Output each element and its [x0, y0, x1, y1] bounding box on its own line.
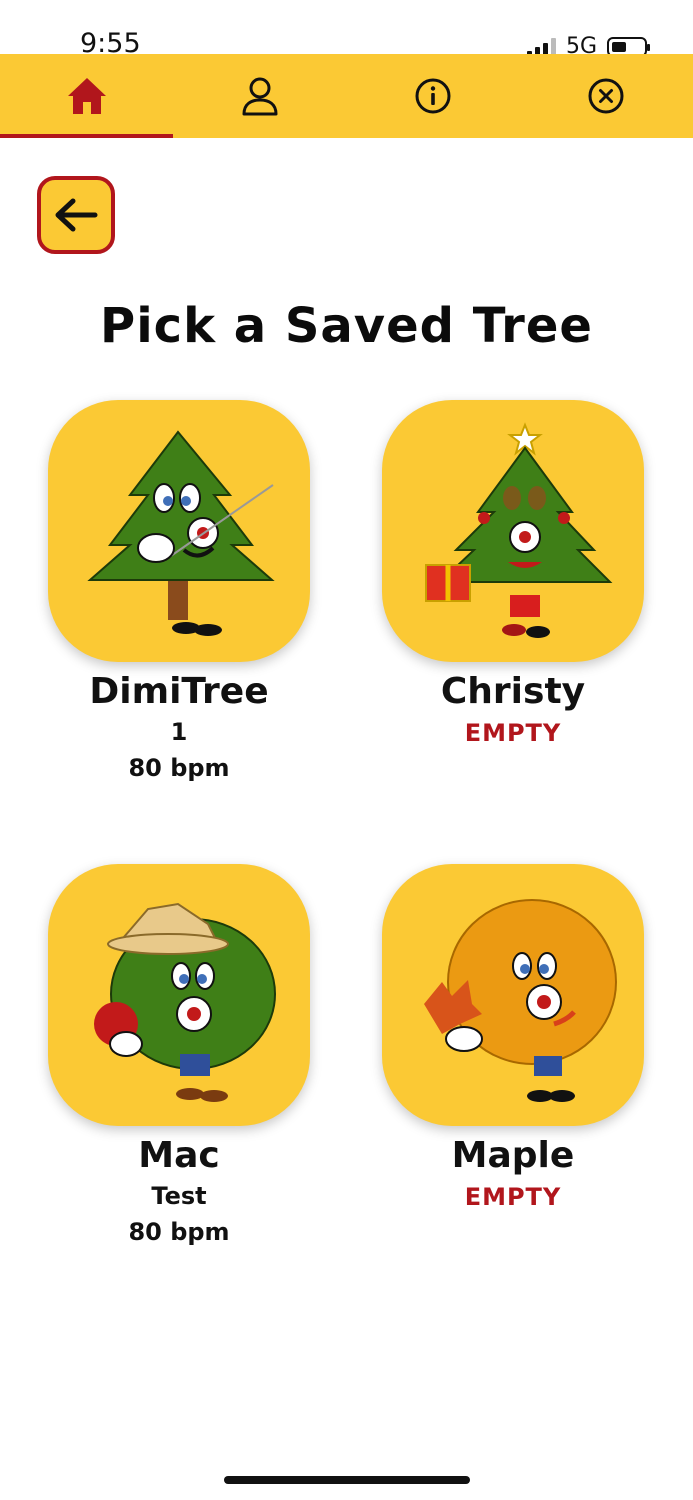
christy-character-image	[425, 422, 613, 638]
tree-card-christy[interactable]: Christy EMPTY	[363, 400, 663, 752]
tree-song: 1	[170, 718, 188, 746]
home-indicator	[224, 1476, 470, 1484]
top-nav	[0, 54, 693, 138]
tree-empty-label: EMPTY	[464, 1183, 562, 1211]
tree-tempo: 80 bpm	[128, 754, 230, 782]
tree-tempo: 80 bpm	[128, 1218, 230, 1246]
tree-song: Test	[151, 1182, 207, 1210]
home-icon	[67, 78, 106, 114]
tree-tile[interactable]	[48, 864, 310, 1126]
tree-card-mac[interactable]: Mac Test 80 bpm	[29, 864, 329, 1250]
close-circle-icon	[588, 78, 624, 114]
mac-character-image	[94, 902, 276, 1102]
tab-home[interactable]	[0, 54, 174, 138]
page-title: Pick a Saved Tree	[100, 298, 593, 354]
tree-name: DimiTree	[89, 671, 269, 712]
maple-character-image	[424, 899, 617, 1102]
tree-tile[interactable]	[382, 400, 644, 662]
arrow-left-icon	[55, 198, 98, 232]
tree-name: Maple	[451, 1135, 575, 1176]
tree-tile[interactable]	[48, 400, 310, 662]
info-icon	[415, 78, 451, 114]
tree-name: Mac	[138, 1135, 220, 1176]
tree-tile[interactable]	[382, 864, 644, 1126]
dimitree-character-image	[87, 430, 275, 636]
profile-icon	[242, 77, 278, 116]
tab-close[interactable]	[520, 54, 693, 138]
tree-card-maple[interactable]: Maple EMPTY	[363, 864, 663, 1216]
tab-info[interactable]	[347, 54, 520, 138]
tree-empty-label: EMPTY	[464, 719, 562, 747]
status-bar: 9:55 5G	[0, 0, 693, 59]
back-button[interactable]	[37, 176, 115, 254]
tab-profile[interactable]	[173, 54, 346, 138]
tree-name: Christy	[440, 671, 586, 712]
tree-card-dimitree[interactable]: DimiTree 1 80 bpm	[29, 400, 329, 786]
